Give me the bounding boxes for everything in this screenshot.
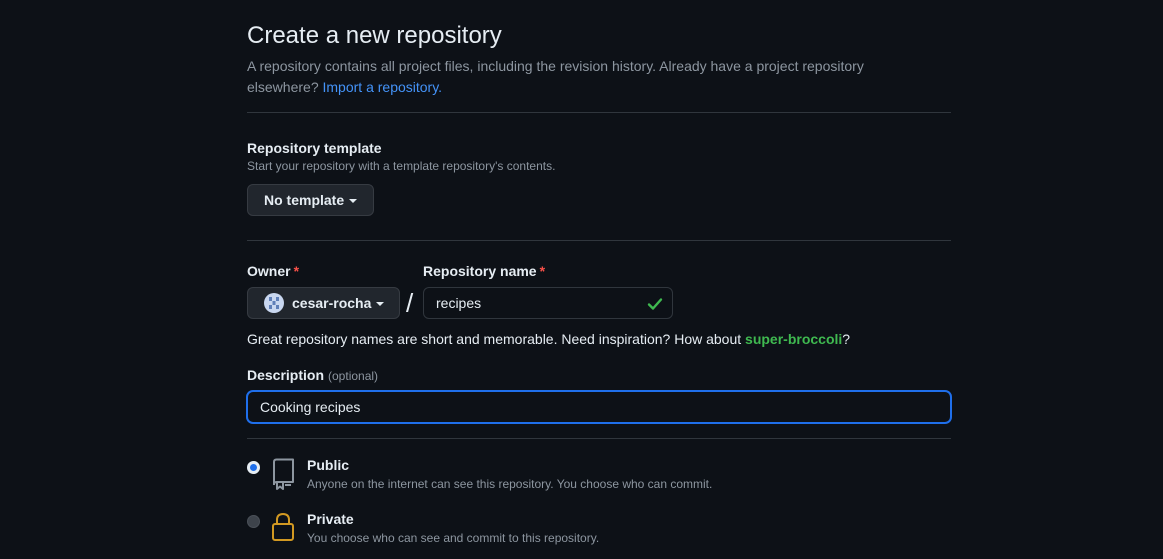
import-repository-link[interactable]: Import a repository.	[323, 79, 443, 95]
divider	[247, 112, 951, 113]
description-label: Description (optional)	[247, 367, 378, 383]
hint-end: ?	[842, 331, 851, 347]
divider	[247, 240, 951, 241]
owner-label: Owner *	[247, 263, 299, 279]
optional-label: (optional)	[328, 369, 379, 383]
owner-label-text: Owner	[247, 263, 291, 279]
avatar	[264, 293, 284, 313]
template-dropdown-button[interactable]: No template	[247, 184, 374, 216]
repo-name-value: recipes	[436, 295, 482, 311]
avatar-icon	[264, 293, 284, 313]
public-radio[interactable]	[247, 461, 260, 474]
check-icon	[647, 298, 663, 310]
description-input[interactable]: Cooking recipes	[247, 391, 951, 423]
repo-name-label: Repository name *	[423, 263, 545, 279]
page-title: Create a new repository	[247, 22, 502, 49]
template-note: Start your repository with a template re…	[247, 159, 556, 173]
owner-name: cesar-rocha	[292, 295, 372, 311]
hint-text: Great repository names are short and mem…	[247, 331, 742, 347]
name-suggestion-link[interactable]: super-broccoli	[745, 331, 842, 347]
description-value: Cooking recipes	[260, 399, 361, 415]
template-button-label: No template	[264, 192, 345, 208]
owner-dropdown-button[interactable]: cesar-rocha	[247, 287, 400, 319]
lock-icon	[271, 512, 295, 542]
required-mark: *	[293, 263, 300, 279]
chevron-down-icon	[376, 301, 385, 306]
repo-icon	[271, 458, 295, 490]
repo-name-input[interactable]: recipes	[423, 287, 673, 319]
private-radio[interactable]	[247, 515, 260, 528]
page-subtitle: A repository contains all project files,…	[247, 56, 927, 98]
public-title: Public	[307, 457, 350, 473]
divider	[247, 438, 951, 439]
repo-name-hint: Great repository names are short and mem…	[247, 331, 850, 347]
public-description: Anyone on the internet can see this repo…	[307, 477, 713, 491]
repo-name-label-text: Repository name	[423, 263, 537, 279]
owner-repo-separator: /	[406, 288, 414, 318]
description-label-text: Description	[247, 367, 325, 383]
template-label: Repository template	[247, 140, 382, 156]
private-title: Private	[307, 511, 354, 527]
chevron-down-icon	[349, 198, 358, 203]
required-mark: *	[539, 263, 546, 279]
private-description: You choose who can see and commit to thi…	[307, 531, 600, 545]
